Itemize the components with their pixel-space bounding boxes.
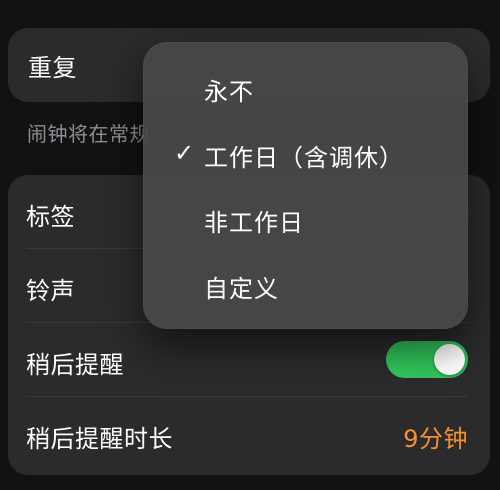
snooze-duration-value: 9分钟 — [403, 425, 468, 453]
snooze-duration-row[interactable]: 稍后提醒时长 9分钟 — [8, 397, 490, 471]
menu-item-never[interactable]: 永不 — [143, 58, 468, 118]
repeat-label: 重复 — [28, 54, 77, 82]
menu-item-label: 自定义 — [204, 275, 279, 303]
ringtone-row-label: 铃声 — [26, 277, 75, 305]
menu-item-custom[interactable]: 自定义 — [143, 255, 468, 315]
checkmark-icon: ✓ — [174, 139, 195, 167]
toggle-knob — [434, 344, 465, 375]
snooze-row: 稍后提醒 — [8, 323, 490, 397]
repeat-dropdown-menu: 永不 ✓ 工作日（含调休） 非工作日 自定义 — [143, 42, 468, 329]
menu-item-label: 非工作日 — [204, 209, 304, 237]
menu-item-non-workdays[interactable]: 非工作日 — [143, 189, 468, 249]
menu-item-label: 工作日（含调休） — [204, 144, 404, 172]
label-row-label: 标签 — [26, 203, 75, 231]
menu-item-label: 永不 — [204, 78, 254, 106]
menu-item-workdays[interactable]: ✓ 工作日（含调休） — [143, 124, 468, 184]
repeat-hint: 闹钟将在常规 — [27, 122, 150, 146]
snooze-toggle[interactable] — [386, 341, 468, 378]
snooze-row-label: 稍后提醒 — [26, 351, 124, 379]
alarm-settings-page: 重复 闹钟将在常规 标签 铃声 稍后提醒 稍后提醒时长 9分钟 永不 ✓ 工作日… — [0, 0, 500, 490]
snooze-duration-label: 稍后提醒时长 — [26, 425, 173, 453]
